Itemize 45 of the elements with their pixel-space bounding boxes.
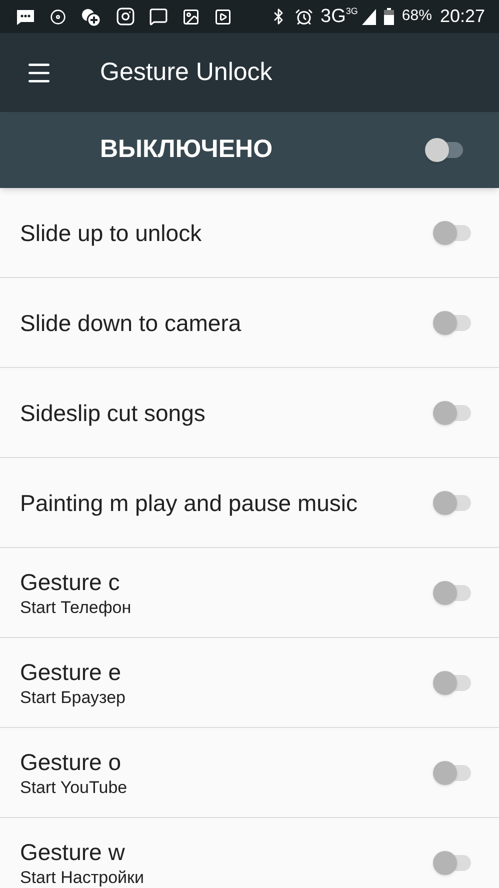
clock-time: 20:27 xyxy=(440,5,485,28)
network-superscript: 3G xyxy=(346,7,358,16)
setting-row[interactable]: Slide up to unlock xyxy=(0,188,499,278)
setting-title: Sideslip cut songs xyxy=(20,398,206,428)
message-icon xyxy=(149,7,168,26)
battery-percent: 68% xyxy=(402,6,432,26)
setting-row[interactable]: Gesture e Start Браузер xyxy=(0,638,499,728)
video-icon xyxy=(214,8,232,26)
toggle-switch[interactable] xyxy=(433,578,471,606)
setting-title: Gesture o xyxy=(20,748,122,776)
setting-row[interactable]: Gesture w Start Настройки xyxy=(0,818,499,888)
setting-subtitle: Start YouTube xyxy=(20,776,128,798)
toggle-switch[interactable] xyxy=(433,758,471,786)
disc-icon xyxy=(50,8,66,24)
setting-title: Gesture w xyxy=(20,838,126,866)
setting-row[interactable]: Gesture o Start YouTube xyxy=(0,728,499,818)
setting-title: Gesture c xyxy=(20,568,121,596)
toggle-switch[interactable] xyxy=(433,398,471,426)
setting-subtitle: Start Настройки xyxy=(20,866,144,888)
toggle-switch[interactable] xyxy=(433,668,471,696)
setting-row[interactable]: Sideslip cut songs xyxy=(0,368,499,458)
app-title: Gesture Unlock xyxy=(100,56,272,88)
image-icon xyxy=(182,8,200,26)
setting-title: Gesture e xyxy=(20,658,122,686)
network-type: 3G xyxy=(320,7,346,26)
toggle-switch[interactable] xyxy=(433,218,471,246)
setting-row[interactable]: Gesture c Start Телефон xyxy=(0,548,499,638)
setting-title: Painting m play and pause music xyxy=(20,488,358,518)
toggle-switch[interactable] xyxy=(433,488,471,516)
alarm-icon xyxy=(294,8,313,26)
setting-title: Slide down to camera xyxy=(20,308,242,338)
toggle-switch[interactable] xyxy=(433,308,471,336)
battery-icon xyxy=(384,8,394,25)
toggle-switch[interactable] xyxy=(425,136,463,164)
setting-row[interactable]: Painting m play and pause music xyxy=(0,458,499,548)
setting-subtitle: Start Браузер xyxy=(20,686,126,708)
add-contact-icon xyxy=(80,6,102,26)
signal-icon xyxy=(362,8,376,24)
setting-row[interactable]: Slide down to camera xyxy=(0,278,499,368)
setting-subtitle: Start Телефон xyxy=(20,596,132,618)
toggle-switch[interactable] xyxy=(433,848,471,876)
camera-app-icon xyxy=(116,7,135,26)
master-switch-label: ВЫКЛЮЧЕНО xyxy=(100,134,273,166)
setting-title: Slide up to unlock xyxy=(20,218,202,248)
chat-icon xyxy=(14,8,36,26)
